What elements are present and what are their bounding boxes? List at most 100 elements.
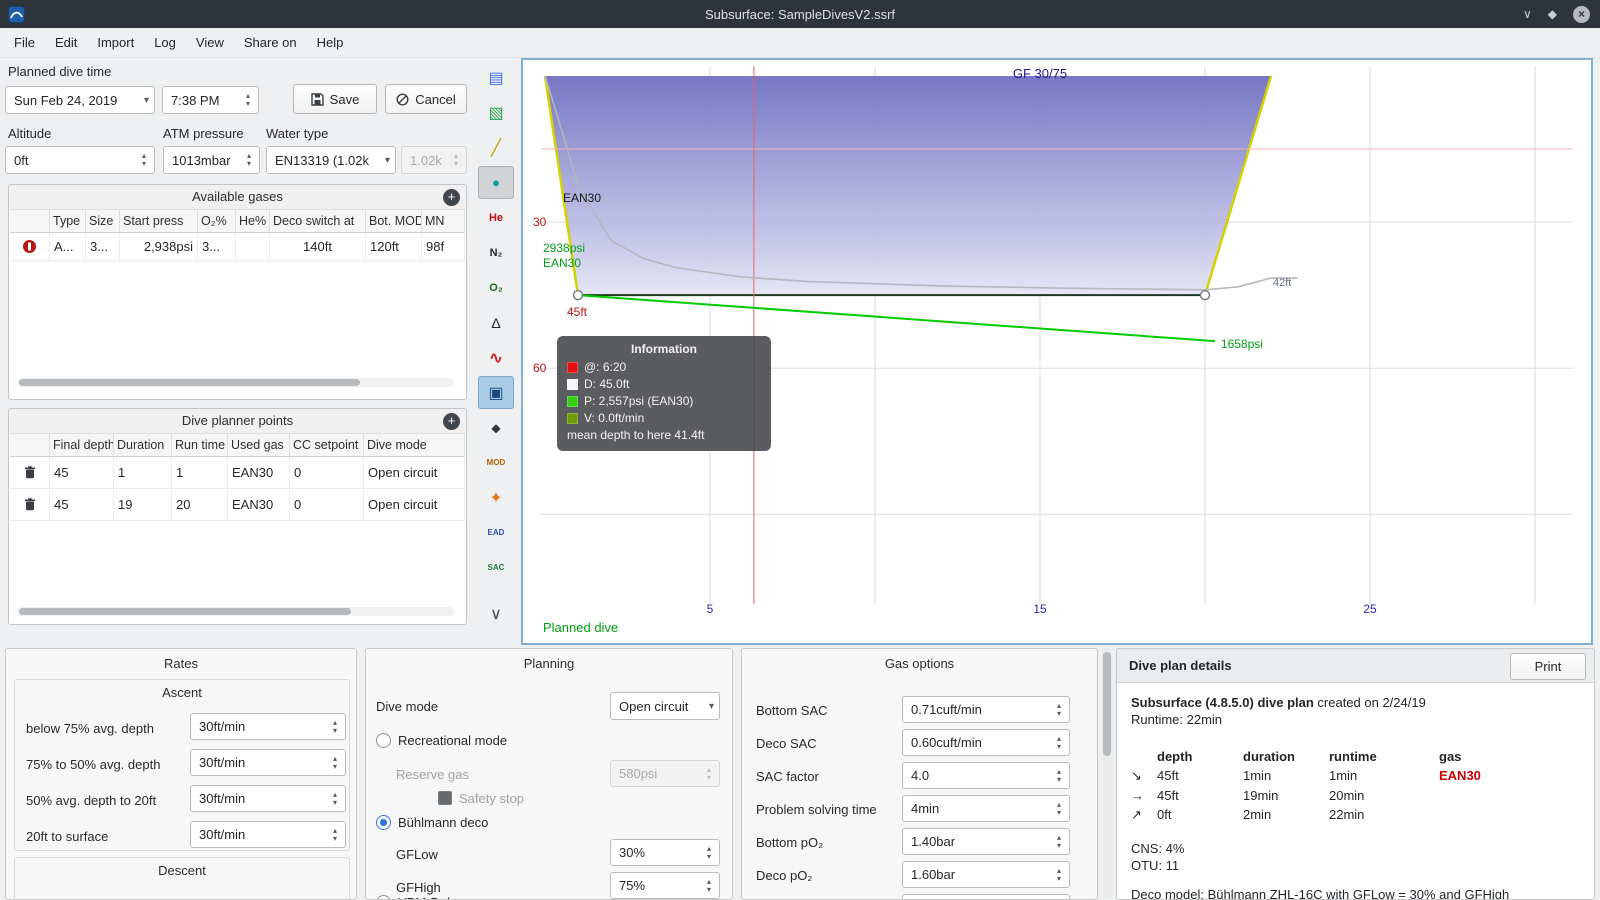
maximize-icon[interactable]: ◆ [1548,7,1557,21]
tank-pressure-icon[interactable]: ● [478,166,514,199]
sac-factor-spinner[interactable]: 4.0 ▴ ▾ [902,762,1070,789]
point-mode-cell[interactable]: Open circuit [364,457,465,489]
altitude-spinner[interactable]: 0ft ▴ ▾ [5,146,155,174]
photos-icon[interactable]: ▣ [478,376,514,409]
diver-icon[interactable]: ✦ [478,481,514,514]
menu-import[interactable]: Import [87,28,144,58]
add-point-button[interactable]: + [443,413,460,430]
gas-decoswitch-cell[interactable]: 140ft [270,233,366,261]
rate-label: 50% avg. depth to 20ft [26,793,157,808]
ascent-rate-spinner-3[interactable]: 30ft/min ▴ ▾ [190,785,346,812]
point-setpoint-cell[interactable]: 0 [290,489,364,521]
menu-edit[interactable]: Edit [45,28,87,58]
point-duration-cell[interactable]: 1 [114,457,172,489]
gas-startpress-cell[interactable]: 2,938psi [120,233,198,261]
altitude-label: Altitude [8,126,52,141]
details-vscrollbar[interactable] [1102,648,1112,898]
menu-log[interactable]: Log [144,28,186,58]
ead-icon[interactable]: EAD [478,516,514,549]
recreational-mode-radio[interactable]: Recreational mode [376,733,507,748]
atm-pressure-spinner[interactable]: 1013mbar ▴ ▾ [163,146,260,174]
svg-text:2938psi: 2938psi [543,241,585,255]
gas-o2-cell[interactable]: 3... [198,233,236,261]
segment-arrow-icon: ↗ [1131,807,1142,822]
points-hscrollbar[interactable] [17,607,454,616]
ascent-rate-spinner-1[interactable]: 30ft/min ▴ ▾ [190,713,346,740]
cancel-button[interactable]: Cancel [385,84,467,114]
dive-profile-panel[interactable]: 30 60 5 15 25 GF 30/75 EAN30 2938psi EAN30 45ft 16… [521,58,1593,645]
n2-graph-icon[interactable]: N₂ [478,236,514,269]
deco-sac-spinner[interactable]: 0.60cuft/min ▴ ▾ [902,729,1070,756]
best-mix-end-spinner[interactable]: 98ft▴▾ [902,894,1070,899]
gas-botmod-cell[interactable]: 120ft [366,233,422,261]
point-gas-cell[interactable]: EAN30 [228,457,290,489]
segment-arrow-icon: → [1131,788,1144,803]
dive-time-spinner[interactable]: 7:38 PM ▴ ▾ [162,86,259,114]
delete-icon[interactable] [10,457,50,489]
gases-hscrollbar[interactable] [17,378,454,387]
point-depth-cell[interactable]: 45 [50,457,114,489]
point-runtime-cell[interactable]: 20 [172,489,228,521]
rate-label: 20ft to surface [26,829,109,844]
gas-type-cell[interactable]: A... [50,233,86,261]
planned-dive-time-label: Planned dive time [8,64,112,79]
ascent-rate-spinner-2[interactable]: 30ft/min ▴ ▾ [190,749,346,776]
menu-help[interactable]: Help [307,28,354,58]
events-icon[interactable]: ▧ [478,96,514,129]
radio-icon [376,733,391,748]
dive-date-value: Sun Feb 24, 2019 [14,92,118,108]
buhlmann-deco-radio[interactable]: Bühlmann deco [376,815,488,830]
mod-icon[interactable]: MOD [478,446,514,479]
shade-icon[interactable]: ∨ [1523,7,1532,21]
plan-table: depth duration runtime gas ↘ 45ft 1min 1… [1131,749,1481,822]
problem-time-spinner[interactable]: 4min ▴ ▾ [902,795,1070,822]
point-runtime-cell[interactable]: 1 [172,457,228,489]
he-graph-icon[interactable]: He [478,201,514,234]
dive-date-select[interactable]: Sun Feb 24, 2019 ▾ [5,86,155,114]
sac-icon[interactable]: SAC [478,551,514,584]
save-button[interactable]: Save [293,84,377,114]
close-icon[interactable]: × [1573,5,1590,23]
ruler-icon[interactable]: ╱ [478,131,514,164]
rate-label: below 75% avg. depth [26,721,154,736]
o2-graph-icon[interactable]: O₂ [478,271,514,304]
menu-view[interactable]: View [186,28,234,58]
deco-po2-spinner[interactable]: 1.60bar ▴ ▾ [902,861,1070,888]
menu-file[interactable]: File [4,28,45,58]
point-mode-cell[interactable]: Open circuit [364,489,465,521]
gases-table: Type Size Start press O₂% He% Deco switc… [10,209,465,261]
dive-mode-select[interactable]: Open circuit ▾ [610,692,720,720]
gflow-spinner[interactable]: 30% ▴ ▾ [610,839,720,866]
dive-plan-details-header: Dive plan details Print [1117,649,1594,683]
titlebar[interactable]: Subsurface: SampleDivesV2.ssrf ∨ ◆ × [0,0,1600,28]
ascent-rate-spinner-4[interactable]: 30ft/min ▴ ▾ [190,821,346,848]
menu-share-on[interactable]: Share on [234,28,307,58]
planning-panel: Planning Dive mode Open circuit ▾ Recreat… [365,648,733,900]
point-gas-cell[interactable]: EAN30 [228,489,290,521]
gas-option-label: Bottom SAC [756,703,828,718]
bottom-po2-spinner[interactable]: 1.40bar ▴ ▾ [902,828,1070,855]
heart-rate-icon[interactable]: ∿ [478,341,514,374]
scroll-down-icon[interactable]: ∨ [478,597,514,630]
point-setpoint-cell[interactable]: 0 [290,457,364,489]
gas-drop-icon[interactable]: ◆ [478,411,514,444]
point-depth-cell[interactable]: 45 [50,489,114,521]
vpmb-deco-radio[interactable]: VPM-B deco [376,895,471,899]
plot-settings-icon[interactable]: ▤ [478,61,514,94]
print-button[interactable]: Print [1510,653,1586,680]
gas-size-cell[interactable]: 3... [86,233,120,261]
delete-icon[interactable] [10,489,50,521]
gfhigh-spinner[interactable]: 75% ▴ ▾ [610,872,720,899]
water-type-select[interactable]: EN13319 (1.02k ▾ [266,146,396,174]
radio-icon [376,895,391,899]
gas-he-cell[interactable] [236,233,270,261]
gas-mnd-cell[interactable]: 98f [422,233,465,261]
cylinder-icon[interactable] [10,233,50,261]
svg-text:GF 30/75: GF 30/75 [1013,66,1067,81]
point-duration-cell[interactable]: 19 [114,489,172,521]
add-gas-button[interactable]: + [443,189,460,206]
bottom-sac-spinner[interactable]: 0.71cuft/min ▴ ▾ [902,696,1070,723]
planner-left-column: Planned dive time Sun Feb 24, 2019 ▾ 7:38… [5,58,467,644]
atm-pressure-label: ATM pressure [163,126,244,141]
tissues-icon[interactable]: Δ [478,306,514,339]
